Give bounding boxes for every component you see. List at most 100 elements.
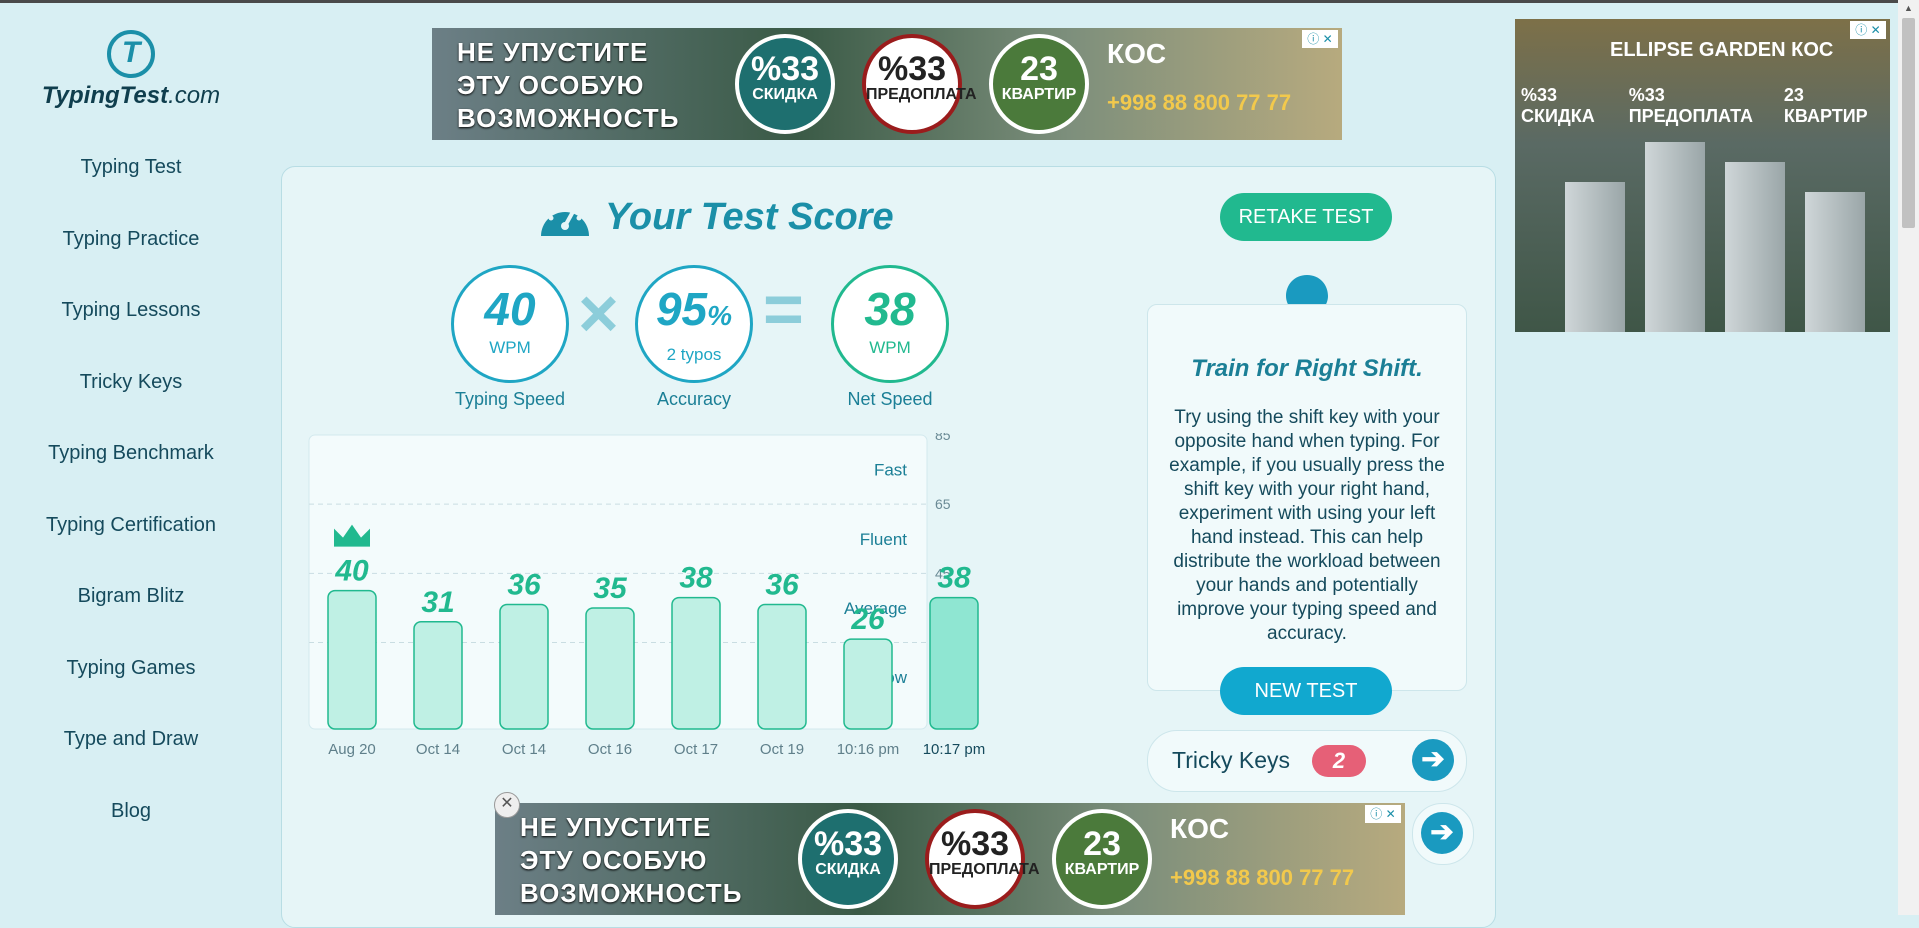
- ad-circle-discount: %33 СКИДКА: [798, 809, 898, 909]
- retake-test-button[interactable]: RETAKE TEST: [1220, 193, 1392, 241]
- tricky-keys-count: 2: [1312, 745, 1366, 777]
- sidebar-item-tricky-keys[interactable]: Tricky Keys: [0, 362, 262, 434]
- sidebar-item-typing-lessons[interactable]: Typing Lessons: [0, 290, 262, 362]
- accuracy-typos: 2 typos: [666, 345, 722, 364]
- sidebar-nav: Typing Test Typing Practice Typing Lessons…: [0, 147, 262, 862]
- sidebar-item-bigram-blitz[interactable]: Bigram Blitz: [0, 576, 262, 648]
- chart-bar: [671, 596, 721, 730]
- tip-title: Train for Right Shift.: [1191, 355, 1423, 382]
- chart-y-tick-label: 65: [935, 496, 951, 512]
- ad-circle-prepay: %33 ПРЕДОПЛАТА: [925, 809, 1040, 909]
- chart-y-tick-label: 85: [935, 433, 951, 443]
- tricky-keys-row[interactable]: Tricky Keys 2 ➔: [1147, 730, 1467, 792]
- logo-icon: T: [107, 30, 155, 78]
- ad-info-close-icon[interactable]: ⓘ ✕: [1365, 805, 1401, 823]
- net-speed-value: 38: [864, 283, 916, 335]
- chart-bar-value: 38: [937, 562, 971, 595]
- typing-speed-circle: 40 WPM: [451, 265, 569, 383]
- chart-bar: [843, 638, 893, 730]
- chart-bar-value: 31: [421, 586, 454, 619]
- arrow-right-icon[interactable]: ➔: [1412, 739, 1454, 781]
- scrollbar-thumb[interactable]: [1902, 18, 1915, 228]
- chart-bar: [757, 603, 807, 730]
- page-title: Your Test Score: [605, 195, 894, 238]
- chart-x-tick-label: Oct 14: [416, 741, 460, 758]
- history-chart: 25456585SlowAverageFluentFast40Aug 2031O…: [308, 433, 986, 758]
- ad-circle-discount: %33 СКИДКА: [735, 34, 835, 134]
- sidebar-item-typing-games[interactable]: Typing Games: [0, 648, 262, 720]
- score-title: Your Test Score: [537, 192, 894, 242]
- sidebar-item-typing-test[interactable]: Typing Test: [0, 147, 262, 219]
- chart-bar-value: 36: [765, 568, 799, 601]
- times-icon: ×: [578, 274, 619, 352]
- chart-x-tick-label: Oct 19: [760, 741, 804, 758]
- ad-brand: КОС: [1107, 38, 1167, 69]
- next-row[interactable]: ➔: [1412, 803, 1474, 865]
- ad-phone: +998 88 800 77 77: [1107, 90, 1292, 115]
- sidebar-item-typing-benchmark[interactable]: Typing Benchmark: [0, 433, 262, 505]
- chart-band-label: Fast: [874, 461, 907, 480]
- ad-brand: КОС: [1170, 813, 1230, 844]
- chart-bar: [929, 596, 979, 730]
- accuracy-label: Accuracy: [656, 389, 732, 409]
- ad-headline: НЕ УПУСТИТЕ ЭТУ ОСОБУЮ ВОЗМОЖНОСТЬ: [457, 37, 680, 133]
- ad-banner-top[interactable]: НЕ УПУСТИТЕ ЭТУ ОСОБУЮ ВОЗМОЖНОСТЬ %33 СК…: [432, 28, 1342, 140]
- chart-x-tick-label: 10:17 pm: [923, 741, 986, 758]
- ad-info-close-icon[interactable]: ⓘ ✕: [1302, 30, 1338, 48]
- tip-body: Try using the shift key with your opposi…: [1169, 407, 1445, 644]
- building-image: [1565, 182, 1625, 332]
- ad-circle-apartments: 23 КВАРТИР: [989, 34, 1089, 134]
- chart-bar-value: 40: [334, 555, 369, 588]
- sidebar-item-blog[interactable]: Blog: [0, 791, 262, 863]
- ad-banner-side[interactable]: ELLIPSE GARDEN КОС %33 СКИДКА %33 ПРЕДОПЛ…: [1515, 19, 1890, 332]
- ad-headline: НЕ УПУСТИТЕ ЭТУ ОСОБУЮ ВОЗМОЖНОСТЬ: [520, 812, 743, 908]
- page-scrollbar[interactable]: ▲: [1898, 0, 1919, 915]
- chart-x-tick-label: Oct 14: [502, 741, 546, 758]
- scroll-up-icon[interactable]: ▲: [1898, 0, 1919, 16]
- net-speed-unit: WPM: [869, 338, 911, 357]
- chart-bar-value: 26: [850, 603, 885, 636]
- ad-circle-prepay: %33 ПРЕДОПЛАТА: [862, 34, 977, 134]
- chart-x-tick-label: 10:16 pm: [837, 741, 900, 758]
- chart-bar-value: 35: [593, 572, 628, 605]
- ad-phone: +998 88 800 77 77: [1170, 865, 1355, 890]
- chart-bar: [499, 603, 549, 730]
- gauge-icon: [541, 206, 589, 236]
- ad-side-brand: ELLIPSE GARDEN КОС: [1610, 39, 1834, 61]
- ad-circle-apartments: 23 КВАРТИР: [1052, 809, 1152, 909]
- chart-bar-value: 36: [507, 568, 541, 601]
- chart-bar: [585, 607, 635, 730]
- site-logo[interactable]: T TypingTest.com: [40, 30, 222, 110]
- browser-top-edge: [0, 0, 1919, 3]
- typing-speed-value: 40: [484, 283, 536, 335]
- net-speed-label: Net Speed: [847, 389, 933, 409]
- ad-close-icon[interactable]: ✕: [494, 792, 520, 818]
- chart-x-tick-label: Oct 17: [674, 741, 718, 758]
- net-speed-circle: 38 WPM: [831, 265, 949, 383]
- equals-icon: =: [763, 270, 804, 348]
- tricky-keys-label: Tricky Keys: [1172, 747, 1290, 773]
- chart-bar: [327, 589, 377, 730]
- chart-band-label: Fluent: [860, 530, 908, 549]
- sidebar-item-typing-certification[interactable]: Typing Certification: [0, 505, 262, 577]
- tip-panel: Train for Right Shift. Try using the shi…: [1147, 304, 1467, 691]
- arrow-right-icon[interactable]: ➔: [1421, 812, 1463, 854]
- new-test-button[interactable]: NEW TEST: [1220, 667, 1392, 715]
- ad-side-offers: %33 СКИДКА %33 ПРЕДОПЛАТА 23 КВАРТИР: [1521, 85, 1868, 126]
- sidebar-item-typing-practice[interactable]: Typing Practice: [0, 219, 262, 291]
- chart-x-tick-label: Oct 16: [588, 741, 632, 758]
- sidebar: T TypingTest.com Typing Test Typing Pract…: [0, 0, 262, 915]
- sidebar-item-type-and-draw[interactable]: Type and Draw: [0, 719, 262, 791]
- chart-bar-value: 38: [679, 562, 713, 595]
- typing-speed-label: Typing Speed: [454, 389, 566, 409]
- accuracy-circle: 95% 2 typos: [635, 265, 753, 383]
- building-image: [1725, 162, 1785, 332]
- building-image: [1645, 142, 1705, 332]
- ad-info-close-icon[interactable]: ⓘ ✕: [1850, 21, 1886, 39]
- ad-banner-bottom[interactable]: НЕ УПУСТИТЕ ЭТУ ОСОБУЮ ВОЗМОЖНОСТЬ %33 СК…: [495, 803, 1405, 915]
- accuracy-value: 95%: [655, 283, 733, 335]
- chart-x-tick-label: Aug 20: [328, 741, 376, 758]
- typing-speed-unit: WPM: [489, 338, 531, 357]
- building-image: [1805, 192, 1865, 332]
- logo-text: TypingTest.com: [41, 82, 221, 109]
